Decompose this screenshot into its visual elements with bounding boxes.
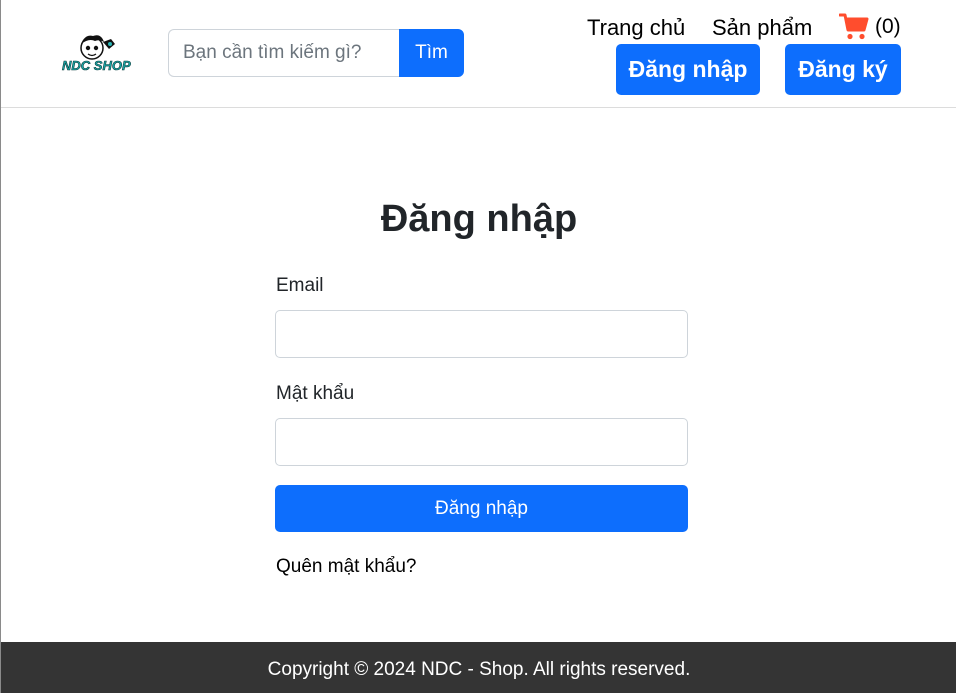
svg-text:NDC SHOP: NDC SHOP xyxy=(62,58,131,73)
site-header: NDC SHOP Tìm Trang chủ Sản phẩm (0) Đăng… xyxy=(1,0,956,108)
search-button[interactable]: Tìm xyxy=(399,29,464,77)
copyright-text: Copyright © 2024 NDC - Shop. All rights … xyxy=(267,659,691,680)
password-label: Mật khẩu xyxy=(276,383,355,404)
search-bar: Tìm xyxy=(168,29,464,77)
logo-image: NDC SHOP xyxy=(62,35,131,73)
logo[interactable]: NDC SHOP xyxy=(59,30,133,76)
site-footer: Copyright © 2024 NDC - Shop. All rights … xyxy=(1,642,956,693)
nav-home-link[interactable]: Trang chủ xyxy=(587,14,685,42)
nav-products-link[interactable]: Sản phẩm xyxy=(712,14,812,42)
email-label: Email xyxy=(276,275,324,296)
password-field[interactable] xyxy=(275,418,688,466)
page-title: Đăng nhập xyxy=(380,198,578,240)
login-submit-button[interactable]: Đăng nhập xyxy=(275,485,688,532)
search-input[interactable] xyxy=(168,29,399,77)
header-register-button[interactable]: Đăng ký xyxy=(785,44,901,95)
cart-link[interactable]: (0) xyxy=(839,12,901,42)
page: NDC SHOP Tìm Trang chủ Sản phẩm (0) Đăng… xyxy=(0,0,956,693)
header-login-button[interactable]: Đăng nhập xyxy=(616,44,760,95)
shopping-cart-icon xyxy=(839,13,869,40)
cart-count: (0) xyxy=(875,15,901,38)
forgot-password-link[interactable]: Quên mật khẩu? xyxy=(276,556,416,578)
email-field[interactable] xyxy=(275,310,688,358)
